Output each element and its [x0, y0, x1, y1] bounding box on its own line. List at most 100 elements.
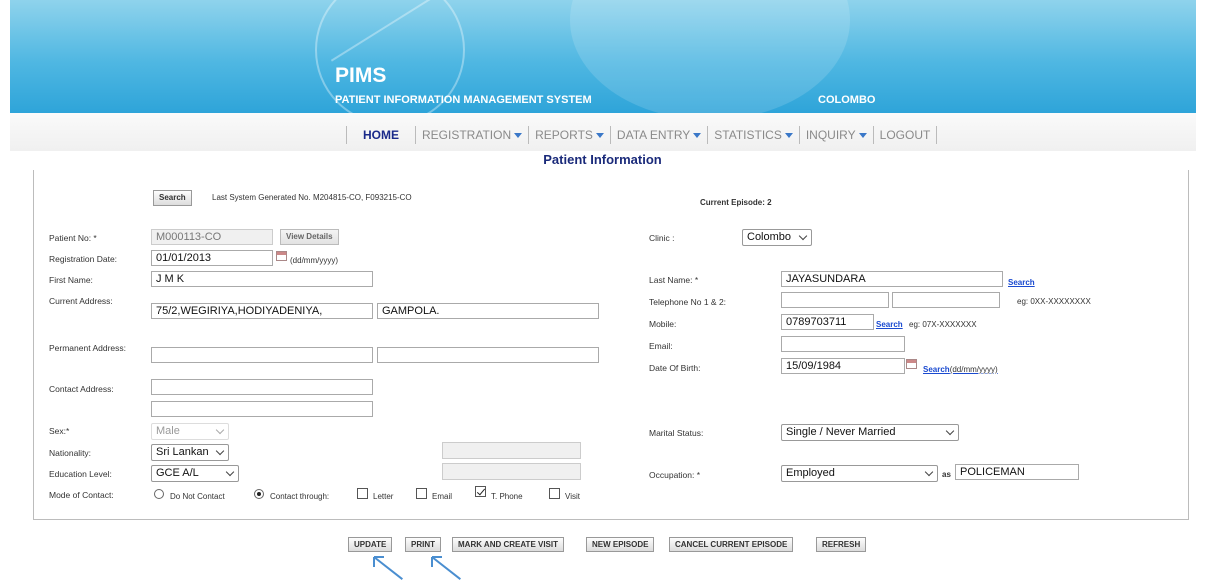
t-phone-checkbox[interactable] — [475, 486, 486, 497]
chevron-down-icon — [945, 426, 955, 436]
header-banner — [10, 0, 1196, 113]
clinic-label: Clinic : — [649, 233, 675, 243]
app-name: PIMS — [335, 64, 387, 87]
current-address-line1[interactable]: 75/2,WEGIRIYA,HODIYADENIYA, — [151, 303, 373, 319]
annotation-arrowhead — [373, 557, 375, 567]
patient-no-label: Patient No: * — [49, 233, 97, 243]
annotation-arrow — [373, 556, 403, 580]
email-checkbox[interactable] — [416, 488, 427, 499]
visit-label: Visit — [565, 492, 580, 501]
visit-checkbox[interactable] — [549, 488, 560, 499]
registration-date-hint: (dd/mm/yyyy) — [290, 256, 338, 265]
update-button[interactable]: UPDATE — [348, 537, 393, 552]
nav-separator — [415, 126, 416, 144]
nav-reports-label: REPORTS — [535, 128, 593, 142]
nationality-select[interactable]: Sri Lankan — [151, 444, 229, 461]
calendar-icon[interactable] — [276, 251, 287, 261]
permanent-address-line1[interactable] — [151, 347, 373, 363]
calendar-icon[interactable] — [906, 359, 917, 369]
current-episode-text: Current Episode: 2 — [700, 198, 772, 207]
caret-down-icon — [784, 133, 793, 139]
nav-reports[interactable]: REPORTS — [535, 128, 604, 142]
permanent-address-line2[interactable] — [377, 347, 599, 363]
contact-through-radio[interactable] — [254, 489, 264, 499]
mark-and-create-visit-button[interactable]: MARK AND CREATE VISIT — [452, 537, 564, 552]
mobile-field[interactable]: 0789703711 — [781, 314, 874, 330]
email-contact-label: Email — [432, 492, 453, 501]
nationality-label: Nationality: — [49, 448, 92, 458]
caret-down-icon — [514, 133, 523, 139]
education-level-label: Education Level: — [49, 469, 112, 479]
banner-decoration — [570, 0, 850, 113]
patient-no-field[interactable]: M000113-CO — [151, 229, 273, 245]
annotation-arrowhead — [432, 556, 442, 558]
email-field[interactable] — [781, 336, 905, 352]
nav-separator — [528, 126, 530, 144]
occupation-as-label: as — [942, 470, 951, 479]
contact-address-line2[interactable] — [151, 401, 373, 417]
contact-address-line1[interactable] — [151, 379, 373, 395]
annotation-arrow — [431, 556, 461, 580]
caret-down-icon — [858, 133, 867, 139]
nav-home[interactable]: HOME — [363, 128, 399, 142]
dob-search-link-label: Search — [923, 365, 950, 374]
nav-registration-label: REGISTRATION — [422, 128, 512, 142]
new-episode-button[interactable]: NEW EPISODE — [586, 537, 655, 552]
telephone-label: Telephone No 1 & 2: — [649, 297, 727, 307]
registration-date-field[interactable]: 01/01/2013 — [151, 250, 273, 266]
occupation-label: Occupation: * — [649, 470, 701, 480]
view-details-button[interactable]: View Details — [280, 229, 339, 245]
sex-select[interactable]: Male — [151, 423, 229, 440]
current-address-line2[interactable]: GAMPOLA. — [377, 303, 599, 319]
search-button[interactable]: Search — [153, 190, 192, 206]
nav-statistics[interactable]: STATISTICS — [714, 128, 793, 142]
nav-logout[interactable]: LOGOUT — [880, 128, 931, 142]
chevron-down-icon — [924, 467, 934, 477]
nav-separator — [707, 126, 709, 144]
education-level-select[interactable]: GCE A/L — [151, 465, 239, 482]
do-not-contact-radio[interactable] — [154, 489, 164, 499]
clinic-select[interactable]: Colombo — [742, 229, 812, 246]
current-address-label: Current Address: — [49, 296, 113, 306]
last-generated-text: Last System Generated No. M204815-CO, F0… — [212, 193, 412, 202]
occupation-detail-field[interactable]: POLICEMAN — [955, 464, 1079, 480]
last-name-field[interactable]: JAYASUNDARA — [781, 271, 1003, 287]
permanent-address-label: Permanent Address: — [49, 343, 127, 353]
first-name-field[interactable]: J M K — [151, 271, 373, 287]
letter-checkbox[interactable] — [357, 488, 368, 499]
dob-hint: (dd/mm/yyyy) — [949, 365, 998, 374]
nav-separator — [346, 126, 347, 144]
telephone-2-field[interactable] — [892, 292, 1000, 308]
t-phone-label: T. Phone — [491, 492, 523, 501]
occupation-select-value: Employed — [786, 467, 835, 479]
registration-date-label: Registration Date: — [49, 254, 118, 264]
clinic-select-value: Colombo — [747, 231, 792, 243]
education-other-field[interactable] — [442, 463, 581, 480]
last-name-search-link[interactable]: Search — [1008, 278, 1035, 287]
nav-registration[interactable]: REGISTRATION — [422, 128, 523, 142]
chevron-down-icon — [215, 446, 225, 456]
marital-status-select[interactable]: Single / Never Married — [781, 424, 959, 441]
refresh-button[interactable]: REFRESH — [816, 537, 867, 552]
nav-separator — [872, 126, 874, 144]
marital-status-label: Marital Status: — [649, 428, 704, 438]
print-button[interactable]: PRINT — [405, 537, 441, 552]
telephone-1-field[interactable] — [781, 292, 889, 308]
nav-data-entry[interactable]: DATA ENTRY — [617, 128, 702, 142]
nav-inquiry[interactable]: INQUIRY — [806, 128, 867, 142]
dob-field[interactable]: 15/09/1984 — [781, 358, 905, 374]
mobile-search-link[interactable]: Search — [876, 320, 903, 329]
nationality-select-value: Sri Lankan — [156, 446, 209, 458]
telephone-hint: eg: 0XX-XXXXXXXX — [1017, 297, 1091, 306]
email-label: Email: — [649, 341, 673, 351]
occupation-select[interactable]: Employed — [781, 465, 938, 482]
nav-statistics-label: STATISTICS — [714, 128, 782, 142]
do-not-contact-label: Do Not Contact — [170, 492, 225, 501]
cancel-current-episode-button[interactable]: CANCEL CURRENT EPISODE — [669, 537, 794, 552]
first-name-label: First Name: — [49, 275, 93, 285]
page-title: Patient Information — [543, 152, 662, 167]
nationality-other-field[interactable] — [442, 442, 581, 459]
dob-search-link[interactable]: Search(dd/mm/yyyy) — [923, 365, 998, 374]
mode-of-contact-label: Mode of Contact: — [49, 490, 114, 500]
annotation-arrowhead — [374, 556, 384, 558]
